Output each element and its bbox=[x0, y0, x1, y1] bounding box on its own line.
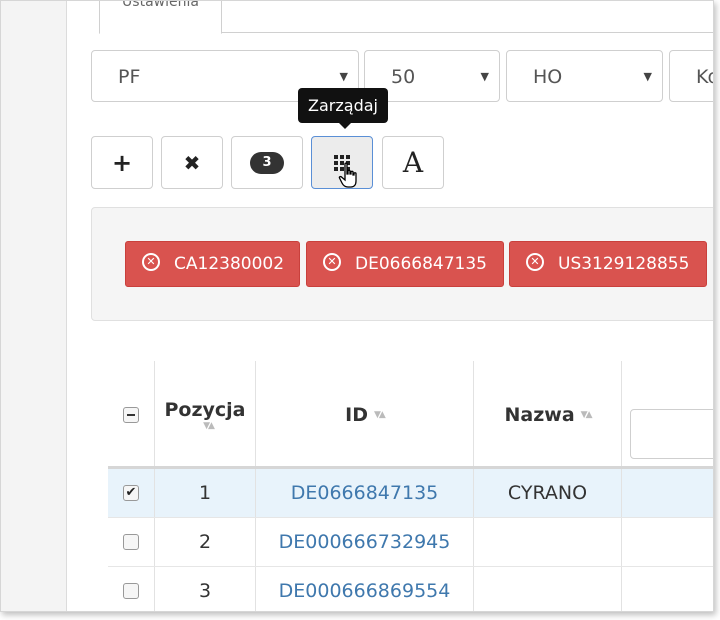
header-name-label: Nazwa bbox=[504, 403, 575, 426]
cell-extra bbox=[622, 469, 713, 517]
font-icon: A bbox=[402, 146, 424, 179]
table-row[interactable]: 3 DE000666869554 bbox=[108, 567, 713, 611]
select-category[interactable]: HO ▼ bbox=[506, 50, 663, 102]
caret-down-icon: ▼ bbox=[643, 70, 652, 83]
tooltip-arrow bbox=[338, 122, 352, 129]
row-checkbox-cell[interactable] bbox=[108, 518, 155, 566]
sort-icon[interactable]: ▼▲ bbox=[581, 410, 593, 420]
select-type-value: PF bbox=[118, 66, 141, 88]
cell-extra bbox=[622, 567, 713, 611]
cell-position: 1 bbox=[155, 469, 256, 517]
cell-name bbox=[474, 567, 622, 611]
caret-down-icon: ▼ bbox=[480, 70, 489, 83]
remove-circle-icon[interactable]: ✕ bbox=[142, 253, 160, 271]
selected-chip[interactable]: ✕ DE0666847135 bbox=[306, 241, 504, 287]
remove-circle-icon[interactable]: ✕ bbox=[526, 253, 544, 271]
select-all-checkbox[interactable] bbox=[123, 406, 139, 423]
header-id-label: ID bbox=[345, 403, 368, 426]
chip-label: US3129128855 bbox=[558, 254, 690, 274]
cell-position: 3 bbox=[155, 567, 256, 611]
cell-id-link[interactable]: DE000666732945 bbox=[256, 518, 474, 566]
chip-label: DE0666847135 bbox=[355, 254, 487, 274]
add-button[interactable]: + bbox=[91, 136, 153, 189]
row-checkbox[interactable] bbox=[123, 583, 139, 599]
sort-icon[interactable]: ▼▲ bbox=[203, 421, 215, 431]
select-category-value: HO bbox=[533, 66, 563, 88]
font-button[interactable]: A bbox=[382, 136, 444, 189]
cell-id-link[interactable]: DE000666869554 bbox=[256, 567, 474, 611]
count-badge: 3 bbox=[250, 151, 284, 174]
select-extra-value: Ko bbox=[696, 66, 713, 88]
tab-strip: Ustawienia bbox=[99, 0, 713, 34]
hand-cursor-icon bbox=[338, 162, 357, 188]
chip-label: CA12380002 bbox=[174, 254, 285, 274]
selected-items-panel: ✕ CA12380002 ✕ DE0666847135 ✕ US3129128855 bbox=[91, 207, 713, 321]
header-filter-column bbox=[622, 361, 713, 468]
selected-count-button[interactable]: 3 bbox=[231, 136, 303, 189]
header-position-label: Pozycja bbox=[164, 398, 246, 421]
plus-icon: + bbox=[111, 148, 133, 177]
column-filter-input[interactable] bbox=[630, 409, 713, 459]
table-row[interactable]: ✔ 1 DE0666847135 CYRANO bbox=[108, 469, 713, 518]
header-id[interactable]: ID ▼▲ bbox=[256, 361, 474, 468]
tab-active[interactable]: Ustawienia bbox=[99, 0, 222, 34]
header-select-all[interactable] bbox=[108, 361, 155, 468]
selected-chip[interactable]: ✕ CA12380002 bbox=[125, 241, 300, 287]
cell-extra bbox=[622, 518, 713, 566]
cell-name bbox=[474, 518, 622, 566]
close-icon: ✖ bbox=[183, 150, 201, 175]
row-checkbox-cell[interactable] bbox=[108, 567, 155, 611]
table-row[interactable]: 2 DE000666732945 bbox=[108, 518, 713, 567]
left-gutter bbox=[1, 1, 67, 611]
header-name[interactable]: Nazwa ▼▲ bbox=[474, 361, 622, 468]
cell-id-link[interactable]: DE0666847135 bbox=[256, 469, 474, 517]
select-extra[interactable]: Ko bbox=[669, 50, 713, 102]
cell-name: CYRANO bbox=[474, 469, 622, 517]
selected-chip[interactable]: ✕ US3129128855 bbox=[509, 241, 707, 287]
row-checkbox[interactable] bbox=[123, 534, 139, 550]
tab-active-label: Ustawienia bbox=[122, 0, 199, 10]
cell-position: 2 bbox=[155, 518, 256, 566]
manage-tooltip: Zarządaj bbox=[298, 88, 388, 123]
select-page-size-value: 50 bbox=[391, 66, 416, 88]
remove-circle-icon[interactable]: ✕ bbox=[323, 253, 341, 271]
sort-icon[interactable]: ▼▲ bbox=[374, 410, 386, 420]
remove-button[interactable]: ✖ bbox=[161, 136, 223, 189]
row-checkbox-cell[interactable]: ✔ bbox=[108, 469, 155, 517]
row-checkbox-checked[interactable]: ✔ bbox=[123, 485, 139, 501]
header-position[interactable]: Pozycja ▼▲ bbox=[155, 361, 256, 468]
app-frame: Ustawienia PF ▼ 50 ▼ HO ▼ Ko Zarządaj + … bbox=[0, 0, 714, 612]
